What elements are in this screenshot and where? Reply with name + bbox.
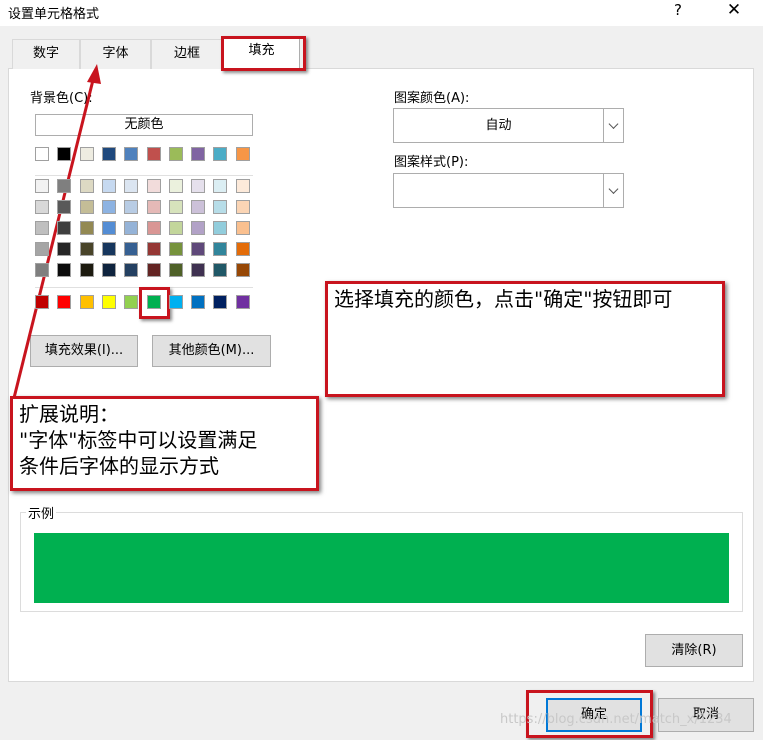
color-swatch[interactable]: [124, 221, 139, 235]
color-swatch[interactable]: [213, 200, 228, 214]
color-swatch[interactable]: [213, 179, 228, 193]
annotation-arrow: [12, 64, 101, 399]
color-swatch[interactable]: [35, 200, 49, 214]
color-swatch[interactable]: [124, 295, 139, 309]
color-swatch[interactable]: [35, 242, 49, 256]
color-swatch[interactable]: [101, 179, 116, 193]
color-swatch[interactable]: [57, 221, 72, 235]
color-swatch[interactable]: [146, 147, 161, 161]
color-swatch[interactable]: [146, 200, 161, 214]
color-swatch[interactable]: [35, 263, 49, 277]
color-swatch[interactable]: [235, 263, 250, 277]
color-swatch[interactable]: [79, 179, 94, 193]
color-swatch[interactable]: [168, 263, 183, 277]
color-swatch[interactable]: [101, 200, 116, 214]
color-swatch[interactable]: [101, 295, 116, 309]
color-swatch[interactable]: [235, 242, 250, 256]
color-swatch[interactable]: [191, 295, 206, 309]
color-swatch[interactable]: [213, 221, 228, 235]
color-swatch[interactable]: [124, 147, 139, 161]
color-swatch[interactable]: [168, 242, 183, 256]
color-swatch[interactable]: [101, 242, 116, 256]
color-swatch[interactable]: [235, 221, 250, 235]
color-swatch[interactable]: [213, 147, 228, 161]
selected-color-swatch[interactable]: [146, 295, 161, 309]
color-swatch[interactable]: [191, 242, 206, 256]
color-swatch[interactable]: [101, 221, 116, 235]
color-swatch[interactable]: [79, 263, 94, 277]
color-swatch[interactable]: [124, 263, 139, 277]
color-swatch[interactable]: [235, 200, 250, 214]
color-swatch[interactable]: [168, 147, 183, 161]
color-swatch[interactable]: [35, 295, 49, 309]
color-swatch[interactable]: [146, 221, 161, 235]
color-swatch[interactable]: [57, 242, 72, 256]
color-swatch[interactable]: [124, 242, 139, 256]
color-swatch[interactable]: [79, 295, 94, 309]
color-swatch[interactable]: [235, 147, 250, 161]
color-swatch[interactable]: [57, 263, 72, 277]
color-swatch[interactable]: [146, 179, 161, 193]
color-swatch[interactable]: [79, 147, 94, 161]
color-swatch[interactable]: [191, 200, 206, 214]
color-swatch[interactable]: [146, 263, 161, 277]
color-swatch[interactable]: [57, 200, 72, 214]
color-swatch[interactable]: [101, 263, 116, 277]
color-swatch[interactable]: [191, 263, 206, 277]
color-swatch[interactable]: [213, 242, 228, 256]
color-swatch[interactable]: [168, 295, 183, 309]
color-swatch[interactable]: [146, 242, 161, 256]
color-swatch[interactable]: [124, 179, 139, 193]
color-swatch[interactable]: [124, 200, 139, 214]
color-swatch[interactable]: [35, 179, 49, 193]
color-swatch[interactable]: [191, 221, 206, 235]
color-swatch[interactable]: [57, 295, 72, 309]
color-swatch[interactable]: [79, 200, 94, 214]
color-swatch[interactable]: [235, 295, 250, 309]
color-swatch[interactable]: [213, 295, 228, 309]
color-swatch[interactable]: [168, 200, 183, 214]
color-swatch[interactable]: [101, 147, 116, 161]
color-swatch[interactable]: [191, 147, 206, 161]
color-swatch[interactable]: [79, 242, 94, 256]
color-swatch[interactable]: [191, 179, 206, 193]
color-swatch[interactable]: [168, 179, 183, 193]
fill-tab-highlight: [221, 36, 306, 71]
color-swatch[interactable]: [57, 147, 72, 161]
color-swatch[interactable]: [235, 179, 250, 193]
color-swatch[interactable]: [57, 179, 72, 193]
color-swatch[interactable]: [79, 221, 94, 235]
color-swatch[interactable]: [168, 221, 183, 235]
color-swatch[interactable]: [35, 147, 49, 161]
color-swatch[interactable]: [35, 221, 49, 235]
color-swatch[interactable]: [213, 263, 228, 277]
